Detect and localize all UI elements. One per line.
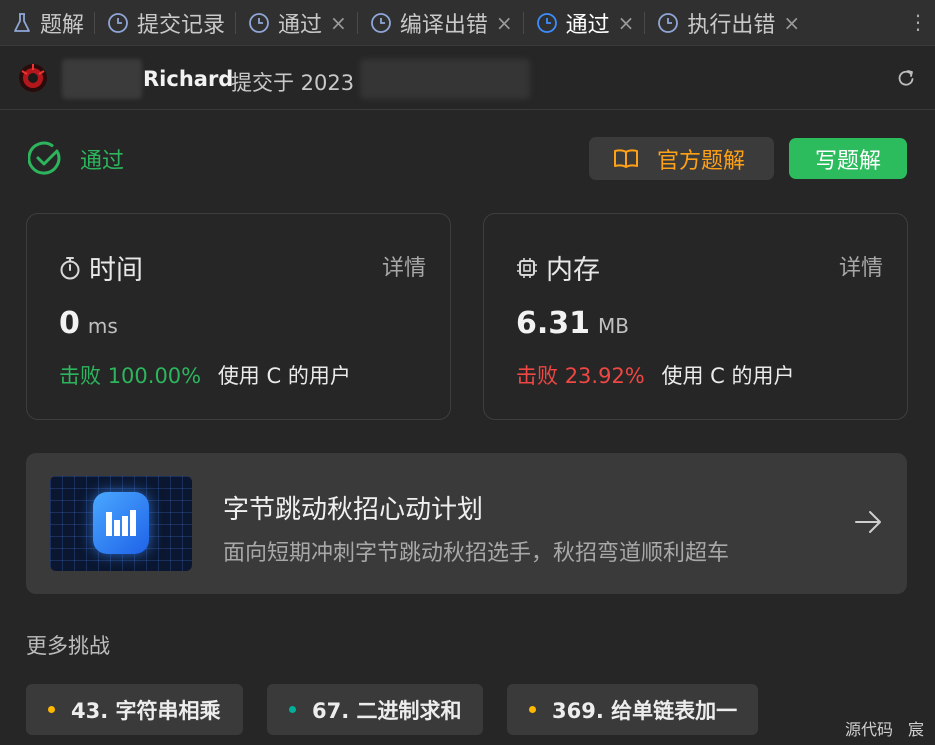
clock-icon <box>536 12 558 34</box>
close-icon[interactable]: × <box>330 11 347 35</box>
memory-card: 内存 详情 6.31 MB 击败 23.92% 使用 C 的用户 <box>483 213 908 420</box>
redacted-block <box>360 59 530 99</box>
close-icon[interactable]: × <box>496 11 513 35</box>
runtime-beat: 击败 100.00% 使用 C 的用户 <box>59 360 351 390</box>
memory-detail-link[interactable]: 详情 <box>839 250 883 282</box>
flask-icon <box>12 12 32 34</box>
footer-extra: 宸 <box>908 720 925 739</box>
memory-title: 内存 <box>546 255 600 286</box>
arrow-right-icon[interactable] <box>853 507 883 537</box>
source-code-link[interactable]: 源代码 <box>845 716 893 740</box>
tab-label: 编译出错 <box>399 12 488 38</box>
difficulty-dot-icon <box>48 706 55 713</box>
stopwatch-icon <box>60 256 80 279</box>
challenge-label: 43. 字符串相乘 <box>71 698 221 723</box>
tab-submissions[interactable]: 提交记录 <box>95 0 235 46</box>
submission-time: 提交于 2023 <box>231 71 355 95</box>
tab-accepted-1[interactable]: 通过 × <box>236 0 357 46</box>
tab-bar: 题解 提交记录 通过 × 编译出错 × 通过 × 执行出错 × ⋮ <box>0 0 935 46</box>
tab-solutions[interactable]: 题解 <box>0 0 94 46</box>
submission-header: Richard 提交于 2023 <box>0 47 935 110</box>
runtime-title: 时间 <box>89 255 143 286</box>
clock-icon <box>248 12 270 34</box>
runtime-beat-percent: 100.00% <box>107 364 202 388</box>
challenge-chip[interactable]: 67. 二进制求和 <box>267 684 483 735</box>
difficulty-dot-icon <box>529 706 536 713</box>
check-circle-icon <box>28 141 61 175</box>
promo-title: 字节跳动秋招心动计划 <box>223 495 484 525</box>
challenge-chip[interactable]: 43. 字符串相乘 <box>26 684 243 735</box>
runtime-beat-suffix: 使用 C 的用户 <box>217 364 351 388</box>
runtime-beat-label: 击败 <box>59 364 101 388</box>
write-solution-button[interactable]: 写题解 <box>789 138 907 179</box>
official-solution-button[interactable]: 官方题解 <box>589 137 774 180</box>
refresh-icon[interactable] <box>897 69 915 87</box>
tab-compile-error[interactable]: 编译出错 × <box>358 0 523 46</box>
result-status: 通过 <box>28 141 124 177</box>
tab-label: 执行出错 <box>687 12 776 38</box>
tab-label: 通过 <box>565 12 610 38</box>
challenge-label: 369. 给单链表加一 <box>552 698 738 723</box>
memory-beat: 击败 23.92% 使用 C 的用户 <box>516 360 794 390</box>
memory-beat-suffix: 使用 C 的用户 <box>661 364 795 388</box>
tab-accepted-2[interactable]: 通过 × <box>524 0 645 46</box>
clock-icon <box>370 12 392 34</box>
memory-beat-label: 击败 <box>516 364 558 388</box>
status-text: 通过 <box>80 149 125 174</box>
memory-beat-percent: 23.92% <box>564 364 645 388</box>
submitter-name[interactable]: Richard <box>143 67 233 91</box>
memory-unit: MB <box>598 314 630 338</box>
runtime-card: 时间 详情 0 ms 击败 100.00% 使用 C 的用户 <box>26 213 451 420</box>
runtime-detail-link[interactable]: 详情 <box>382 250 426 282</box>
avatar[interactable] <box>18 63 48 93</box>
promo-image <box>50 476 192 571</box>
official-solution-label: 官方题解 <box>657 148 746 174</box>
more-options-icon[interactable]: ⋮ <box>908 10 929 34</box>
runtime-unit: ms <box>87 314 118 338</box>
promo-subtitle: 面向短期冲刺字节跳动秋招选手，秋招弯道顺利超车 <box>223 541 730 566</box>
redacted-block <box>62 59 142 99</box>
challenge-chip[interactable]: 369. 给单链表加一 <box>507 684 758 735</box>
book-icon <box>614 148 638 168</box>
memory-value: 6.31 <box>516 306 591 341</box>
challenge-label: 67. 二进制求和 <box>312 698 462 723</box>
tab-label: 通过 <box>278 12 323 38</box>
tab-label: 题解 <box>40 12 85 38</box>
bytedance-logo-icon <box>93 492 149 554</box>
more-challenges-title: 更多挑战 <box>26 634 110 658</box>
promo-banner[interactable]: 字节跳动秋招心动计划 面向短期冲刺字节跳动秋招选手，秋招弯道顺利超车 <box>26 453 907 594</box>
close-icon[interactable]: × <box>618 11 635 35</box>
runtime-value: 0 <box>59 306 80 341</box>
chip-icon <box>517 257 537 278</box>
difficulty-dot-icon <box>289 706 296 713</box>
tab-label: 提交记录 <box>137 12 226 38</box>
close-icon[interactable]: × <box>783 11 800 35</box>
clock-icon <box>107 12 129 34</box>
tab-runtime-error[interactable]: 执行出错 × <box>645 0 810 46</box>
clock-icon <box>657 12 679 34</box>
